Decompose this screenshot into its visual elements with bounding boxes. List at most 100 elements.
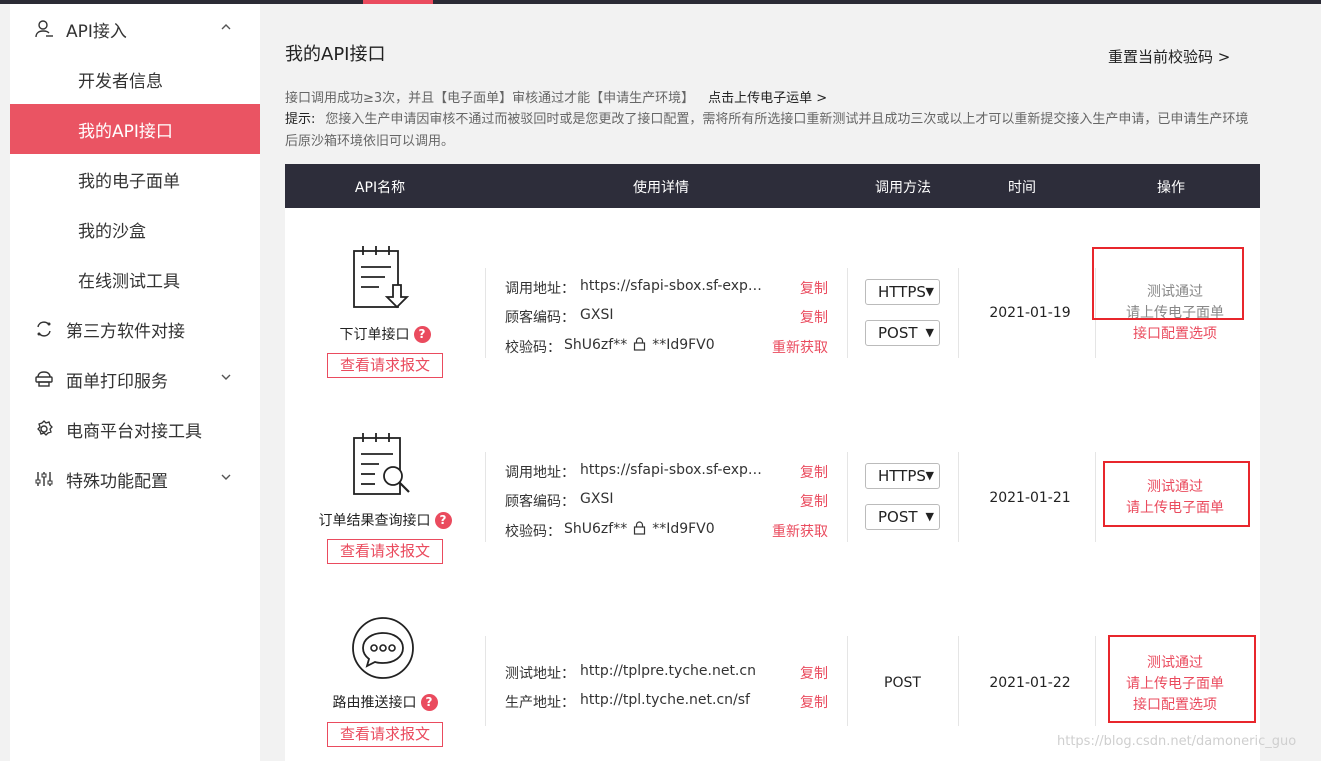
sidebar-item-label: 电商平台对接工具 <box>66 421 202 442</box>
divider <box>958 636 959 726</box>
check-code-suffix: **Id9FV0 <box>652 521 715 537</box>
method-text: POST <box>884 675 921 691</box>
dropdown-arrow-icon: ▼ <box>925 469 934 482</box>
method-value: POST <box>878 324 918 342</box>
detail-label: 校验码： <box>505 524 561 540</box>
prod-url: http://tpl.tyche.net.cn/sf <box>580 692 750 708</box>
chevron-down-icon <box>221 374 231 380</box>
chevron-up-icon <box>221 24 231 30</box>
table-row: 订单结果查询接口? 查看请求报文 调用地址： https://sfapi-sbo… <box>285 392 1260 572</box>
help-icon[interactable]: ? <box>434 512 452 529</box>
sidebar-item-online-test[interactable]: 在线测试工具 <box>10 254 260 304</box>
divider <box>958 268 959 358</box>
api-table: API名称 使用详情 调用方法 时间 操作 下订单接口? 查看请求报文 调用地址… <box>285 164 1260 761</box>
detail-label: 校验码： <box>505 340 561 356</box>
copy-test-url-button[interactable]: 复制 <box>768 663 828 683</box>
sidebar-item-label: 在线测试工具 <box>78 271 180 292</box>
copy-url-button[interactable]: 复制 <box>768 462 828 482</box>
header-time: 时间 <box>1008 180 1036 196</box>
protocol-value: HTTPS <box>878 467 926 485</box>
reset-code-link[interactable]: 重置当前校验码 > <box>1108 46 1230 67</box>
regenerate-code-button[interactable]: 重新获取 <box>768 337 828 357</box>
view-request-button[interactable]: 查看请求报文 <box>327 722 443 747</box>
check-code: ShU6zf** **Id9FV0 <box>564 337 764 353</box>
divider <box>847 636 848 726</box>
notice-tip-text: 您接入生产申请因审核不通过而被驳回时或是您更改了接口配置，需将所有所选接口重新测… <box>285 112 1249 149</box>
sidebar-item-my-sandbox[interactable]: 我的沙盒 <box>10 204 260 254</box>
method-select[interactable]: POST ▼ <box>865 320 940 346</box>
protocol-value: HTTPS <box>878 283 926 301</box>
upload-waybill-link[interactable]: 点击上传电子运单 > <box>708 91 827 106</box>
main-content: 我的API接口 重置当前校验码 > 接口调用成功≥3次，并且【电子面单】审核通过… <box>260 4 1321 761</box>
divider <box>1095 452 1096 542</box>
sidebar-item-label: API接入 <box>66 21 127 42</box>
check-code-prefix: ShU6zf** <box>564 337 628 353</box>
call-url: https://sfapi-sbox.sf-express.com <box>580 278 765 294</box>
protocol-select[interactable]: HTTPS ▼ <box>865 463 940 489</box>
detail-label: 调用地址： <box>505 281 575 297</box>
dropdown-arrow-icon: ▼ <box>925 285 934 298</box>
dropdown-arrow-icon: ▼ <box>925 510 934 523</box>
table-row: 下订单接口? 查看请求报文 调用地址： https://sfapi-sbox.s… <box>285 208 1260 388</box>
notice-tip: 提示: 您接入生产申请因审核不通过而被驳回时或是您更改了接口配置，需将所有所选接口… <box>285 109 1260 153</box>
highlight-box <box>1092 247 1244 320</box>
api-name: 下订单接口? <box>285 324 485 344</box>
copy-code-button[interactable]: 复制 <box>768 307 828 327</box>
chevron-down-icon <box>221 474 231 480</box>
protocol-select[interactable]: HTTPS ▼ <box>865 279 940 305</box>
date: 2021-01-19 <box>989 305 1071 321</box>
view-request-button[interactable]: 查看请求报文 <box>327 539 443 564</box>
sidebar-item-ecommerce-tool[interactable]: 电商平台对接工具 <box>10 404 260 454</box>
order-document-icon <box>353 246 410 309</box>
check-code-prefix: ShU6zf** <box>564 521 628 537</box>
search-document-icon <box>353 433 410 495</box>
user-icon <box>32 17 56 41</box>
notice-line: 接口调用成功≥3次，并且【电子面单】审核通过才能【申请生产环境】 点击上传电子运单… <box>285 87 827 106</box>
divider <box>485 636 486 726</box>
lock-icon <box>634 337 646 351</box>
header-api-name: API名称 <box>354 180 406 196</box>
regenerate-code-button[interactable]: 重新获取 <box>768 521 828 541</box>
sidebar-item-label: 我的沙盒 <box>78 221 146 242</box>
call-url: https://sfapi-sbox.sf-express.com <box>580 462 765 478</box>
printer-icon <box>32 367 56 391</box>
highlight-box <box>1108 635 1256 723</box>
api-name-text: 下订单接口 <box>339 327 410 343</box>
sidebar-item-my-api[interactable]: 我的API接口 <box>10 104 260 154</box>
copy-code-button[interactable]: 复制 <box>768 491 828 511</box>
api-name: 订单结果查询接口? <box>285 510 485 530</box>
date: 2021-01-21 <box>989 490 1071 506</box>
check-code-suffix: **Id9FV0 <box>652 337 715 353</box>
sidebar-item-special-config[interactable]: 特殊功能配置 <box>10 454 260 504</box>
detail-label: 生产地址： <box>505 695 575 711</box>
check-code: ShU6zf** **Id9FV0 <box>564 521 764 537</box>
date: 2021-01-22 <box>989 675 1071 691</box>
divider <box>485 452 486 542</box>
sidebar-item-my-waybill[interactable]: 我的电子面单 <box>10 154 260 204</box>
notice-label: 提示: <box>285 112 316 127</box>
detail-label: 顾客编码： <box>505 494 575 510</box>
detail-label: 测试地址： <box>505 666 575 682</box>
view-request-button[interactable]: 查看请求报文 <box>327 353 443 378</box>
copy-url-button[interactable]: 复制 <box>768 278 828 298</box>
sidebar-item-label: 特殊功能配置 <box>66 471 168 492</box>
sidebar-item-developer-info[interactable]: 开发者信息 <box>10 54 260 104</box>
method-select[interactable]: POST ▼ <box>865 504 940 530</box>
notice-text: 接口调用成功≥3次，并且【电子面单】审核通过才能【申请生产环境】 <box>285 91 695 106</box>
copy-prod-url-button[interactable]: 复制 <box>768 692 828 712</box>
lock-icon <box>634 521 646 535</box>
config-options-link[interactable]: 接口配置选项 <box>1115 324 1235 345</box>
sidebar-item-label: 开发者信息 <box>78 71 163 92</box>
sync-icon <box>32 317 56 341</box>
help-icon[interactable]: ? <box>420 694 438 711</box>
sidebar-item-api-access[interactable]: API接入 <box>10 4 260 54</box>
customer-code: GXSI <box>580 307 614 323</box>
sidebar-item-third-party[interactable]: 第三方软件对接 <box>10 304 260 354</box>
sidebar-item-print-service[interactable]: 面单打印服务 <box>10 354 260 404</box>
help-icon[interactable]: ? <box>413 326 431 343</box>
gear-icon <box>32 417 56 441</box>
sliders-icon <box>32 467 56 491</box>
dropdown-arrow-icon: ▼ <box>925 326 934 339</box>
page-title: 我的API接口 <box>285 44 386 65</box>
chat-bubble-icon <box>352 617 414 679</box>
